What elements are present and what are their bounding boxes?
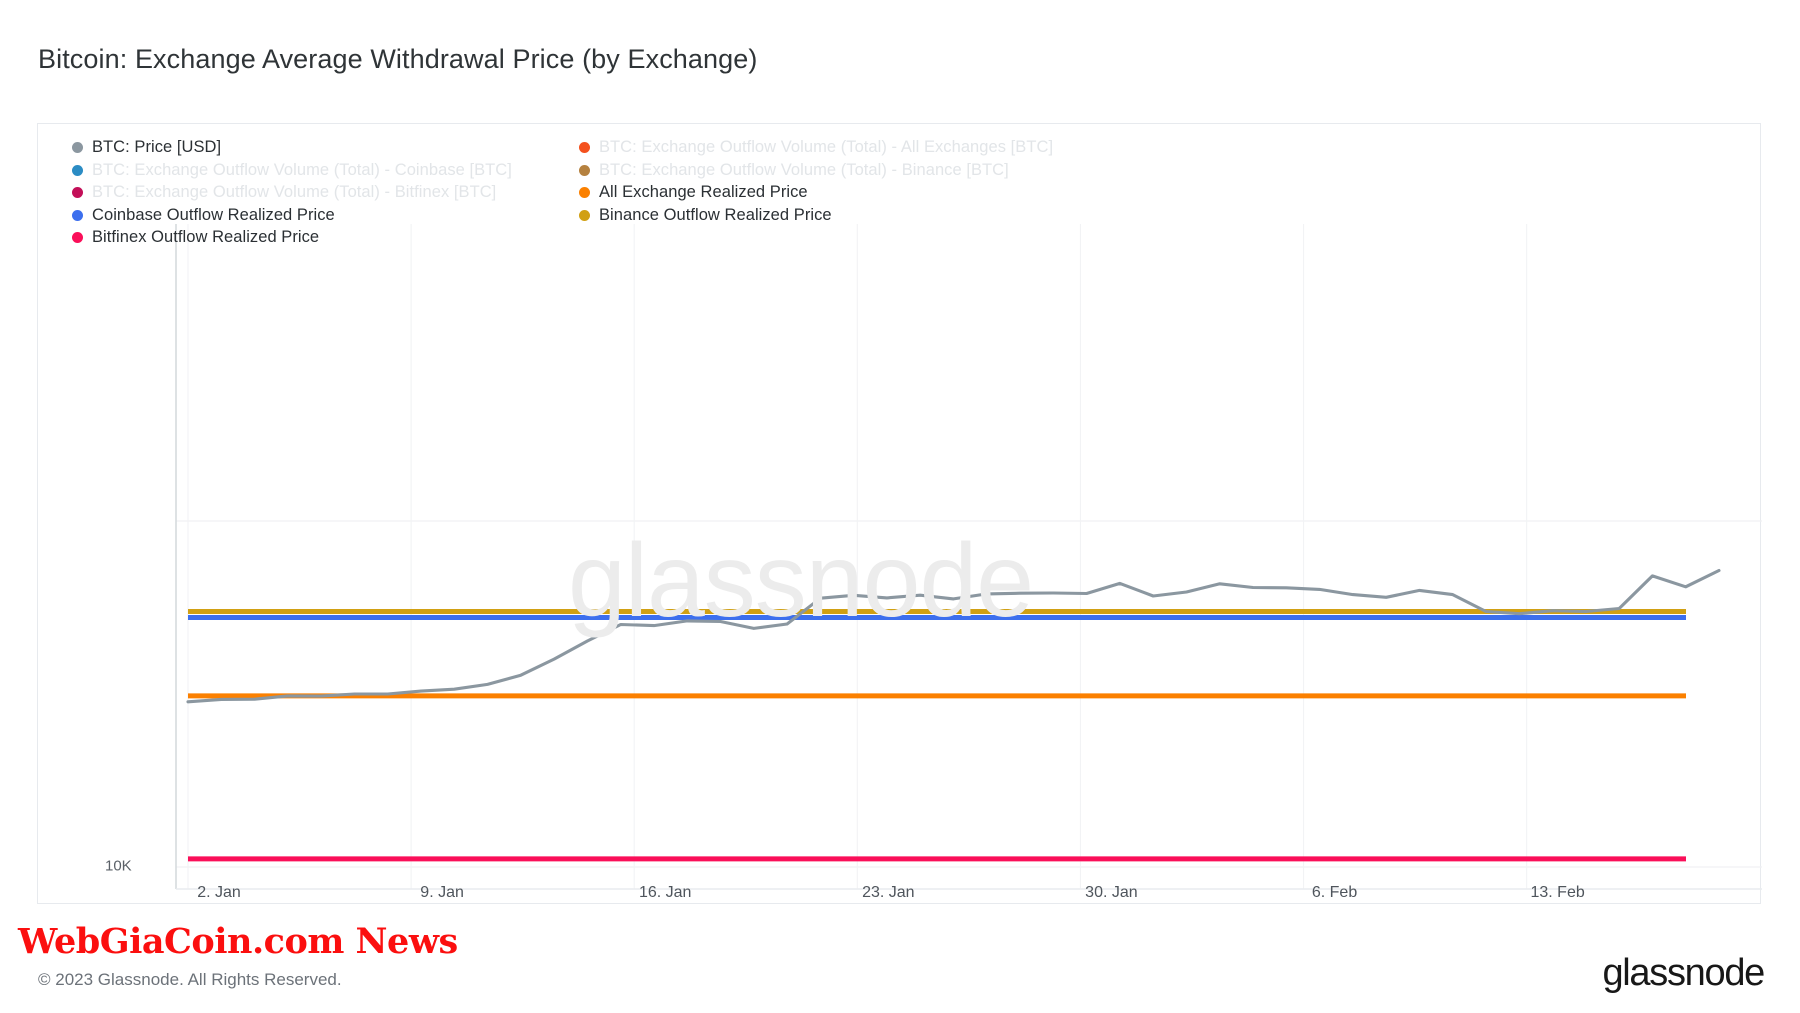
legend-item-label: BTC: Exchange Outflow Volume (Total) - B…: [92, 183, 497, 201]
legend-item[interactable]: BTC: Exchange Outflow Volume (Total) - A…: [579, 136, 1053, 159]
x-axis-tick-label: 9. Jan: [420, 884, 464, 901]
legend-color-dot-icon: [579, 164, 590, 176]
x-axis-tick-label: 30. Jan: [1085, 884, 1138, 901]
legend-item-label: BTC: Exchange Outflow Volume (Total) - C…: [92, 160, 512, 179]
x-axis-tick-label: 16. Jan: [638, 884, 692, 901]
legend-item-label: Coinbase Outflow Realized Price: [92, 205, 335, 224]
glassnode-logo: glassnode: [1602, 952, 1765, 994]
x-axis-tick-label: 13. Feb: [1530, 884, 1585, 901]
legend-item[interactable]: BTC: Exchange Outflow Volume (Total) - B…: [579, 159, 1053, 182]
x-axis-tick-label: 2. Jan: [197, 884, 241, 901]
legend-item[interactable]: BTC: Price [USD]: [72, 136, 512, 159]
legend-color-dot-icon: [579, 142, 590, 153]
legend-item-label: BTC: Price [USD]: [92, 138, 222, 156]
x-axis-tick-label: 6. Feb: [1311, 884, 1358, 901]
legend-column-right: BTC: Exchange Outflow Volume (Total) - A…: [579, 136, 1053, 226]
legend-color-dot-icon: [579, 187, 590, 198]
legend-color-dot-icon: [72, 142, 83, 153]
page-title: Bitcoin: Exchange Average Withdrawal Pri…: [38, 44, 758, 74]
legend-item[interactable]: Binance Outflow Realized Price: [579, 204, 1053, 227]
legend-item-label: Bitfinex Outflow Realized Price: [92, 228, 320, 246]
legend-color-dot-icon: [579, 209, 590, 221]
legend-item[interactable]: BTC: Exchange Outflow Volume (Total) - B…: [72, 181, 512, 204]
site-watermark: WebGiaCoin.com News: [18, 921, 458, 962]
legend-color-dot-icon: [72, 209, 83, 221]
legend-item[interactable]: Bitfinex Outflow Realized Price: [72, 226, 512, 249]
legend-item-label: Binance Outflow Realized Price: [599, 205, 832, 224]
legend-item-label: BTC: Exchange Outflow Volume (Total) - B…: [599, 160, 1009, 179]
legend-column-left: BTC: Price [USD] BTC: Exchange Outflow Vo…: [72, 136, 512, 249]
legend-color-dot-icon: [72, 164, 83, 176]
copyright-text: © 2023 Glassnode. All Rights Reserved.: [38, 970, 342, 989]
legend-color-dot-icon: [72, 232, 83, 243]
chart-card: glassnode BTC: Price [USD] BTC: Exchange …: [37, 123, 1762, 904]
legend-item[interactable]: All Exchange Realized Price: [579, 181, 1053, 204]
legend-item-label: BTC: Exchange Outflow Volume (Total) - A…: [599, 138, 1054, 156]
legend-item-label: All Exchange Realized Price: [599, 183, 808, 201]
legend-color-dot-icon: [72, 187, 83, 198]
legend-item[interactable]: Coinbase Outflow Realized Price: [72, 204, 512, 227]
y-axis-tick-label: 10K: [105, 857, 132, 875]
plot-watermark: glassnode: [568, 523, 1034, 639]
x-axis-tick-label: 23. Jan: [862, 884, 915, 901]
legend-item[interactable]: BTC: Exchange Outflow Volume (Total) - C…: [72, 159, 512, 182]
